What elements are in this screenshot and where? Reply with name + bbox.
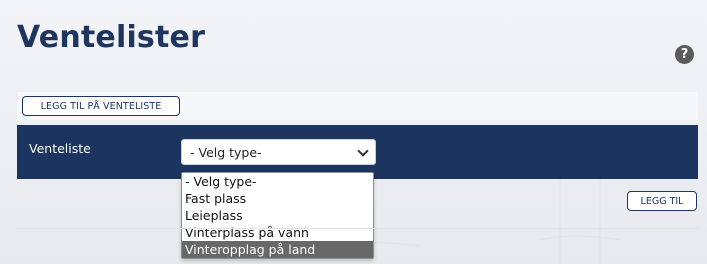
- waitlist-form-row: Venteliste - Velg type-: [17, 125, 698, 179]
- waitlist-type-dropdown: - Velg type- Fast plass Leieplass Vinter…: [181, 172, 374, 259]
- divider: [17, 228, 698, 229]
- page-header: Ventelister ?: [0, 0, 707, 84]
- dropdown-option[interactable]: Fast plass: [182, 190, 373, 207]
- dropdown-option[interactable]: - Velg type-: [182, 173, 373, 190]
- add-button[interactable]: LEGG TIL: [627, 191, 697, 211]
- page-title: Ventelister: [17, 20, 206, 55]
- dropdown-option[interactable]: Leieplass: [182, 207, 373, 224]
- dropdown-option[interactable]: Vinterplass på vann: [182, 224, 373, 241]
- waitlist-type-select[interactable]: - Velg type-: [181, 139, 376, 165]
- add-to-waitlist-button[interactable]: LEGG TIL PÅ VENTELISTE: [22, 96, 180, 116]
- page: Ventelister ? LEGG TIL PÅ VENTELISTE Ven…: [0, 0, 707, 264]
- dropdown-option-highlighted[interactable]: Vinteropplag på land: [182, 241, 373, 258]
- select-value: - Velg type-: [190, 144, 262, 160]
- waitlist-label: Venteliste: [29, 141, 91, 156]
- toolbar: LEGG TIL PÅ VENTELISTE: [17, 92, 698, 120]
- question-circle-icon[interactable]: ?: [675, 45, 694, 64]
- chevron-down-icon: [357, 145, 369, 157]
